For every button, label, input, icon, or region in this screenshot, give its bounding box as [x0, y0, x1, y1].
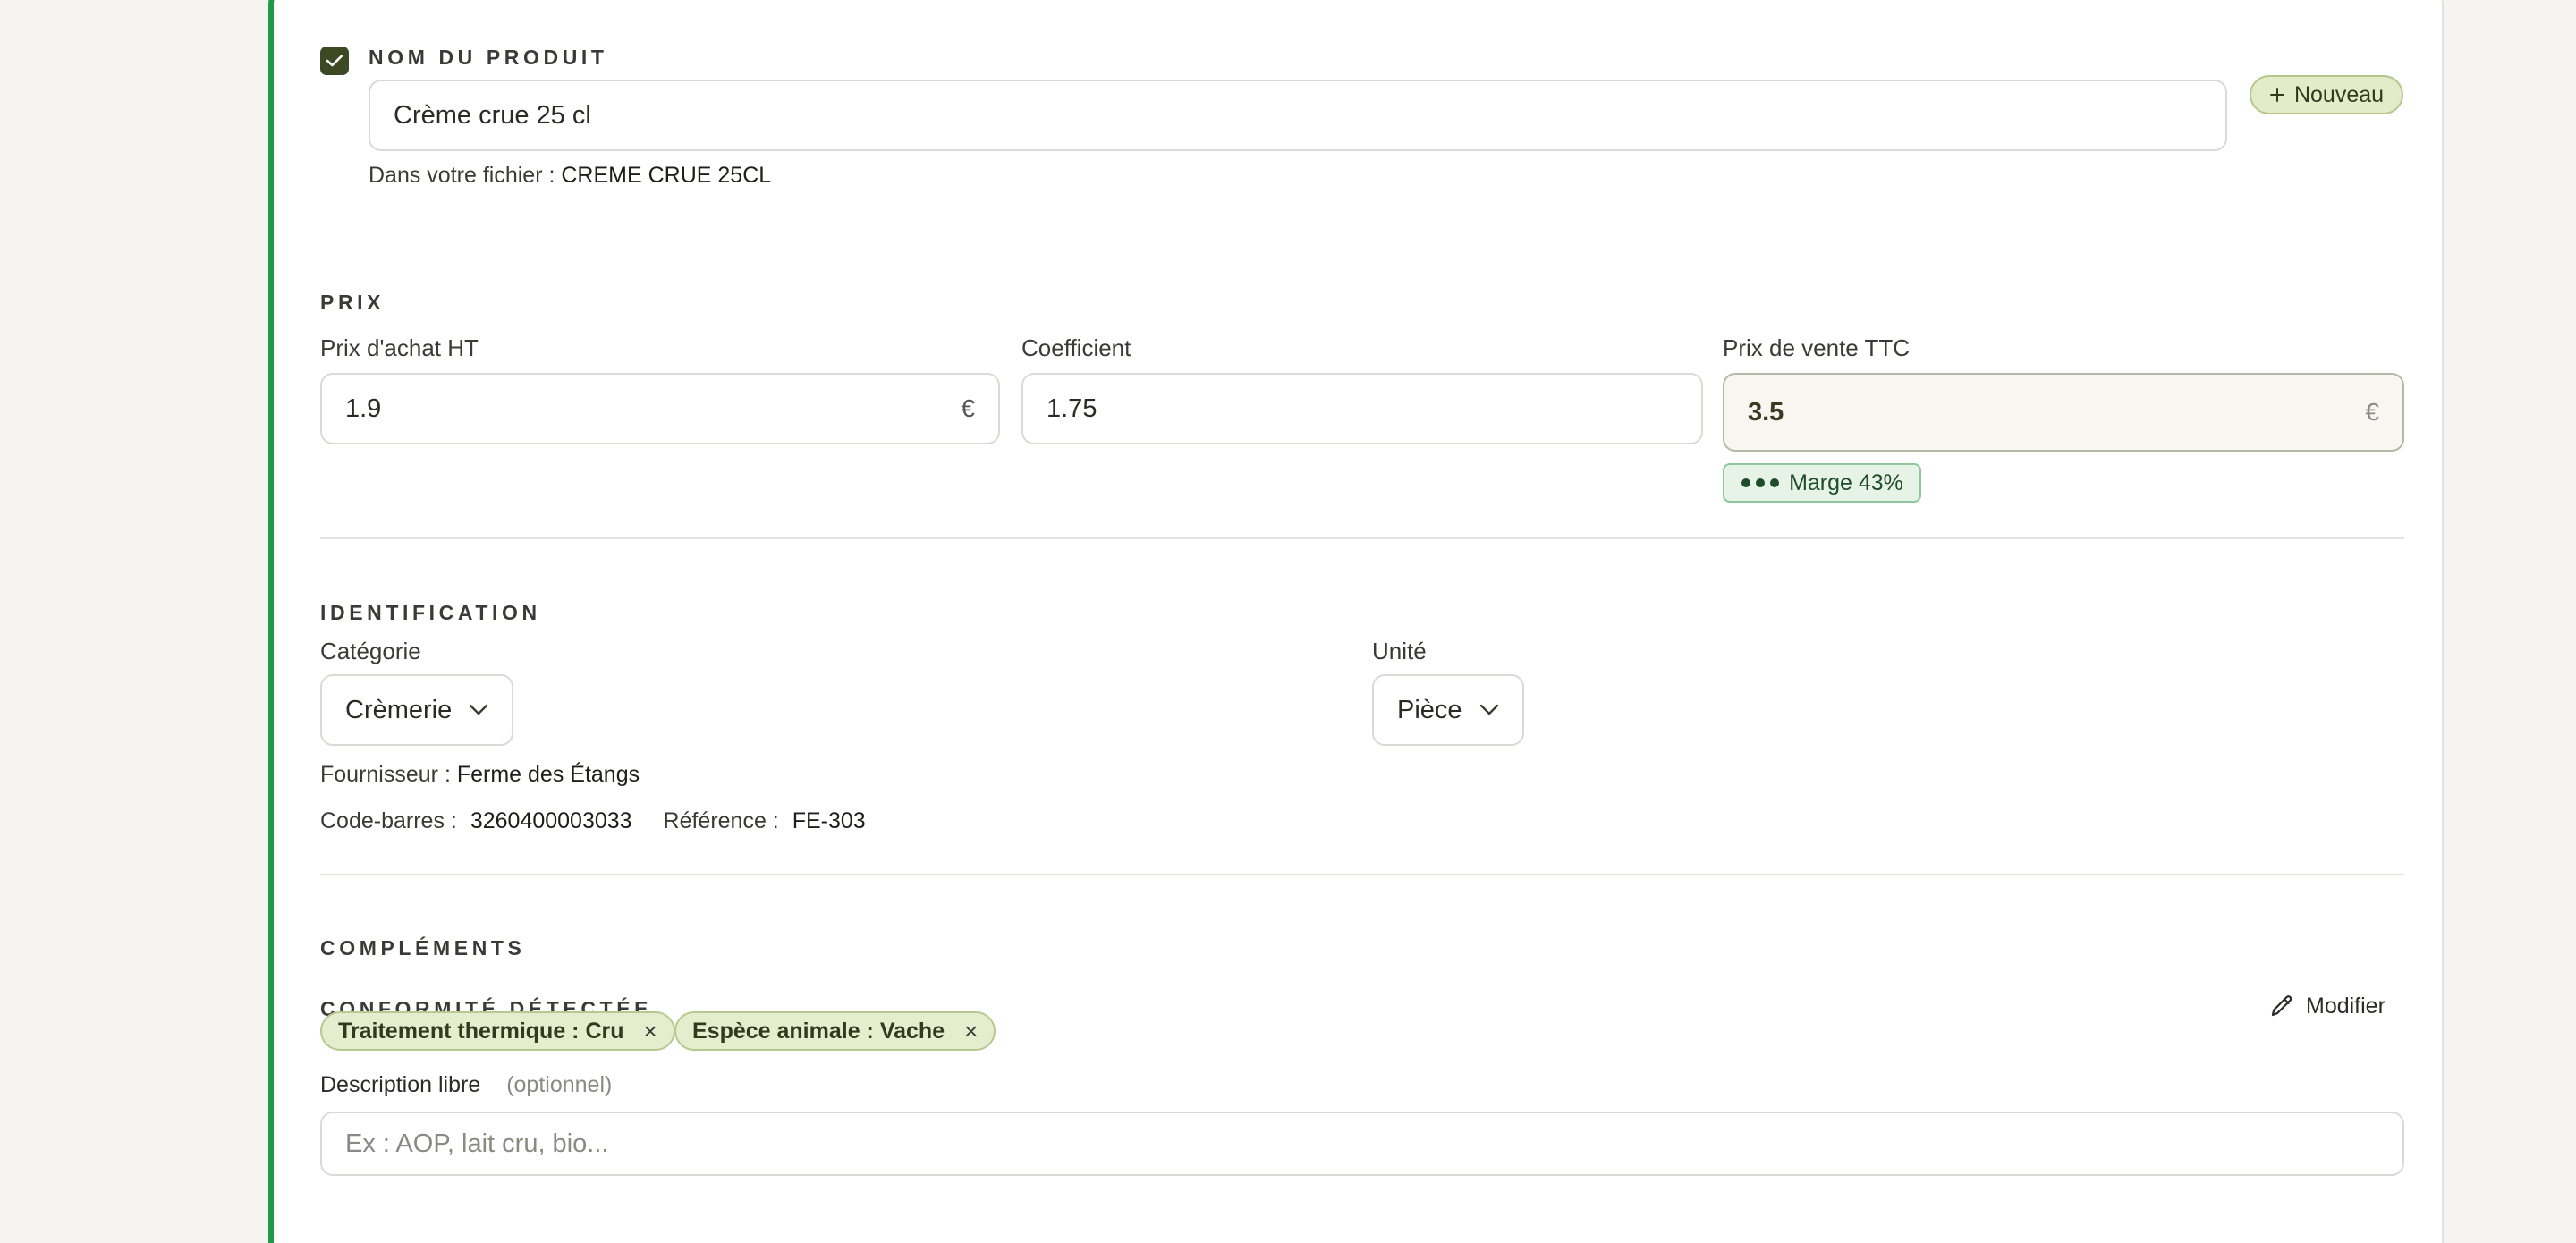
remove-tag-icon[interactable]: ×: [644, 1018, 657, 1045]
remove-tag-icon[interactable]: ×: [964, 1018, 978, 1045]
purchase-price-label: Prix d'achat HT: [320, 334, 479, 361]
purchase-price-value: 1.9: [345, 393, 382, 423]
supplier-label: Fournisseur :: [320, 762, 451, 787]
description-optional: (optionnel): [506, 1072, 613, 1097]
sale-price-label: Prix de vente TTC: [1723, 334, 1911, 361]
compliance-tag: Espèce animale : Vache ×: [674, 1011, 996, 1051]
coefficient-label: Coefficient: [1021, 334, 1131, 361]
category-select[interactable]: Crèmerie: [320, 674, 513, 746]
product-checkbox[interactable]: [320, 47, 349, 75]
modify-button-label: Modifier: [2306, 993, 2385, 1019]
description-placeholder: Ex : AOP, lait cru, bio...: [345, 1129, 609, 1158]
unit-value: Pièce: [1397, 695, 1462, 724]
supplier-line: Fournisseur : Ferme des Étangs: [320, 762, 640, 788]
euro-suffix: €: [961, 394, 975, 422]
sale-price-input[interactable]: 3.5 €: [1723, 373, 2404, 452]
reference-label: Référence :: [663, 808, 779, 833]
compliance-tag-label: Traitement thermique : Cru: [338, 1018, 624, 1044]
dots-icon: [1741, 478, 1780, 487]
margin-badge: Marge 43%: [1723, 463, 1921, 503]
product-card: NOM DU PRODUIT Crème crue 25 cl Nouveau …: [268, 0, 2444, 1243]
complements-section-title: COMPLÉMENTS: [320, 936, 526, 960]
check-icon: [326, 55, 343, 67]
coefficient-input[interactable]: 1.75: [1021, 373, 1703, 444]
description-input[interactable]: Ex : AOP, lait cru, bio...: [320, 1112, 2404, 1176]
product-name-input[interactable]: Crème crue 25 cl: [369, 80, 2227, 151]
barcode-value: 3260400003033: [470, 808, 632, 833]
product-name-value: Crème crue 25 cl: [394, 100, 591, 130]
margin-badge-label: Marge 43%: [1789, 469, 1903, 495]
product-name-section-title: NOM DU PRODUIT: [369, 46, 608, 69]
unit-label: Unité: [1372, 638, 1427, 664]
compliance-tag: Traitement thermique : Cru ×: [320, 1011, 675, 1051]
chevron-down-icon: [1479, 704, 1499, 715]
chevron-down-icon: [469, 704, 488, 715]
new-badge[interactable]: Nouveau: [2250, 75, 2403, 114]
sale-price-value: 3.5: [1748, 397, 1784, 427]
new-badge-label: Nouveau: [2293, 81, 2385, 107]
euro-suffix: €: [2365, 398, 2379, 426]
description-label-row: Description libre (optionnel): [320, 1072, 612, 1098]
compliance-tag-label: Espèce animale : Vache: [692, 1018, 945, 1044]
category-label: Catégorie: [320, 638, 421, 664]
purchase-price-input[interactable]: 1.9 €: [320, 373, 1000, 444]
identification-section-title: IDENTIFICATION: [320, 601, 541, 624]
category-value: Crèmerie: [345, 695, 453, 724]
reference-value: FE-303: [792, 808, 866, 833]
unit-select[interactable]: Pièce: [1372, 674, 1524, 746]
coefficient-value: 1.75: [1046, 393, 1097, 423]
modify-button[interactable]: Modifier: [2268, 982, 2404, 1030]
supplier-value: Ferme des Étangs: [456, 762, 640, 787]
barcode-line: Code-barres : 3260400003033 Référence : …: [320, 808, 866, 834]
file-hint-label: Dans votre fichier :: [369, 163, 555, 188]
plus-icon: [2269, 88, 2284, 102]
divider: [320, 537, 2404, 539]
description-label: Description libre: [320, 1072, 481, 1097]
barcode-label: Code-barres :: [320, 808, 457, 833]
prix-section-title: PRIX: [320, 291, 386, 314]
pencil-icon: [2271, 995, 2292, 1017]
file-hint: Dans votre fichier : CREME CRUE 25CL: [369, 163, 771, 189]
divider: [320, 874, 2404, 875]
file-hint-value: CREME CRUE 25CL: [561, 163, 772, 188]
